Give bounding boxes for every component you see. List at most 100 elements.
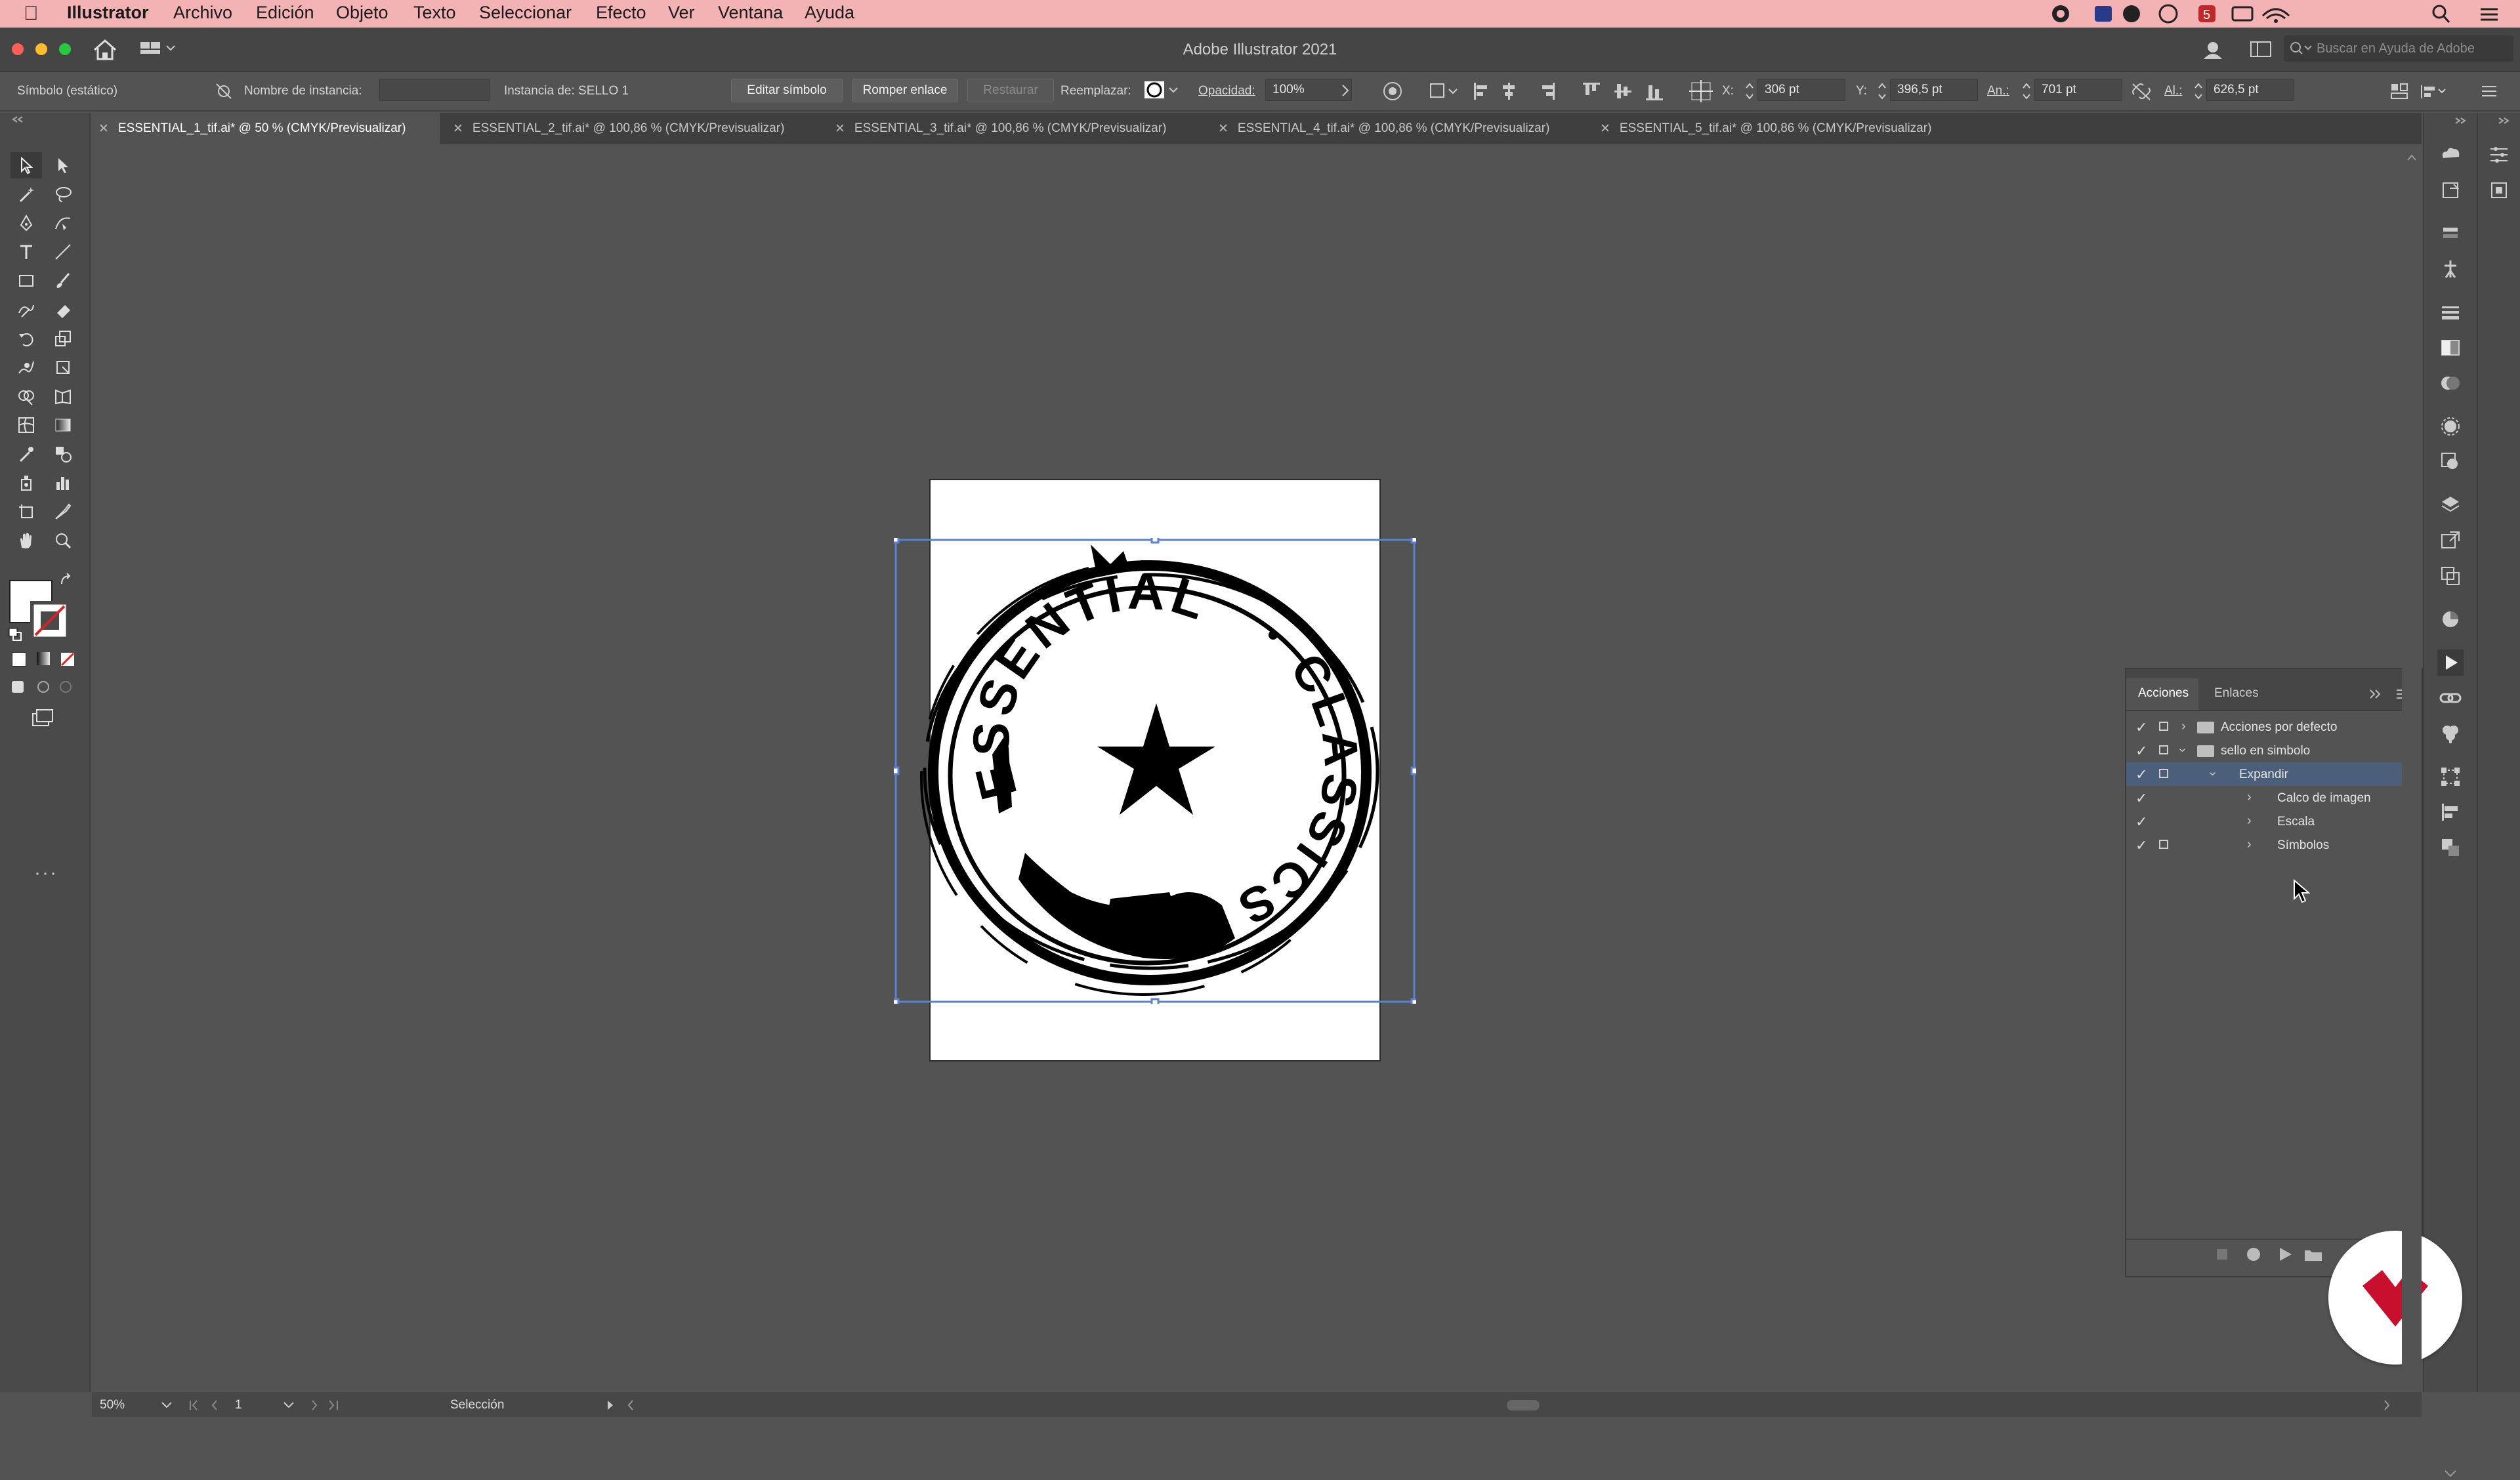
toggle-item-check-icon[interactable]: ✓	[2135, 766, 2147, 783]
new-set-folder-icon[interactable]	[2303, 1246, 2323, 1262]
action-row-calco-de-imagen[interactable]: ✓ › Calco de imagen	[2126, 786, 2416, 810]
artboard-dropdown-icon[interactable]	[282, 1400, 295, 1410]
blend-tool-icon[interactable]	[47, 441, 79, 467]
menu-efecto[interactable]: Efecto	[596, 3, 646, 23]
transform-panel-icon[interactable]	[2437, 764, 2464, 790]
scroll-left-icon[interactable]	[625, 1399, 635, 1412]
close-tab-icon[interactable]: ✕	[98, 121, 109, 136]
play-icon[interactable]	[2277, 1246, 2293, 1262]
puppet-warp-icon[interactable]	[2437, 256, 2464, 282]
layers-icon[interactable]	[2437, 492, 2464, 518]
pen-tool-icon[interactable]	[10, 210, 42, 236]
dialog-toggle-icon[interactable]	[2159, 769, 2168, 778]
tab-enlaces[interactable]: Enlaces	[2214, 686, 2259, 701]
zoom-dropdown-icon[interactable]	[160, 1400, 173, 1410]
replace-symbol-dropdown[interactable]	[1143, 79, 1180, 101]
asset-export-icon[interactable]	[2437, 177, 2464, 203]
tab-essential-3[interactable]: ✕ ESSENTIAL_3_tif.ai* @ 100,86 % (CMYK/Pr…	[828, 113, 1204, 144]
tab-acciones[interactable]: Acciones	[2126, 678, 2198, 710]
transparency-icon[interactable]	[2437, 370, 2464, 396]
opacity-input[interactable]: 100%	[1265, 79, 1352, 101]
close-tab-icon[interactable]: ✕	[453, 121, 463, 136]
close-tab-icon[interactable]: ✕	[835, 121, 845, 136]
menu-texto[interactable]: Texto	[413, 3, 456, 23]
dialog-toggle-icon[interactable]	[2159, 745, 2168, 754]
action-row-sello-en-simbolo[interactable]: ✓ › sello en simbolo	[2126, 739, 2416, 762]
scroll-right-icon[interactable]	[2382, 1399, 2393, 1412]
eraser-tool-icon[interactable]	[47, 297, 79, 323]
line-tool-icon[interactable]	[47, 239, 79, 265]
expand-chevron-icon[interactable]: ›	[2247, 790, 2252, 805]
spotlight-search-icon[interactable]	[2431, 3, 2450, 25]
constrain-proportions-icon[interactable]	[2130, 81, 2152, 101]
slice-tool-icon[interactable]	[47, 499, 79, 525]
y-stepper-icon[interactable]	[1877, 80, 1887, 102]
menubar-status-icons[interactable]: 5	[2041, 3, 2343, 25]
toggle-item-check-icon[interactable]: ✓	[2135, 813, 2147, 831]
tab-essential-5[interactable]: ✕ ESSENTIAL_5_tif.ai* @ 100,86 % (CMYK/Pr…	[1593, 113, 1969, 144]
opacity-label[interactable]: Opacidad:	[1198, 84, 1255, 98]
cc-libraries-icon[interactable]	[2437, 142, 2464, 168]
menu-objeto[interactable]: Objeto	[336, 3, 388, 23]
hand-tool-icon[interactable]	[10, 527, 42, 554]
collapse-dock-icon[interactable]	[2450, 115, 2470, 126]
align-to-icon[interactable]	[1428, 80, 1461, 102]
collapse-dock2-icon[interactable]	[2494, 115, 2513, 126]
menu-ayuda[interactable]: Ayuda	[805, 3, 854, 23]
column-graph-tool-icon[interactable]	[47, 470, 79, 496]
shape-builder-tool-icon[interactable]	[10, 383, 42, 409]
menu-seleccionar[interactable]: Seleccionar	[479, 3, 572, 23]
free-transform-tool-icon[interactable]	[47, 354, 79, 380]
edit-toolbar-icon[interactable]: ···	[34, 862, 58, 884]
y-input[interactable]: 396,5 pt	[1890, 79, 1978, 101]
selection-tool-icon[interactable]	[10, 152, 42, 178]
break-link-button[interactable]: Romper enlace	[852, 79, 958, 102]
instance-name-input[interactable]	[379, 79, 490, 101]
control-bar-menu-icon[interactable]	[2479, 83, 2499, 100]
artboard-nav-next-icon[interactable]	[307, 1399, 346, 1412]
tab-essential-2[interactable]: ✕ ESSENTIAL_2_tif.ai* @ 100,86 % (CMYK/Pr…	[446, 113, 822, 144]
reset-button[interactable]: Restaurar	[967, 79, 1054, 102]
dialog-toggle-icon[interactable]	[2159, 722, 2168, 731]
height-stepper-icon[interactable]	[2193, 80, 2204, 102]
toggle-item-check-icon[interactable]: ✓	[2135, 719, 2147, 736]
edit-symbol-button[interactable]: Editar símbolo	[731, 79, 843, 102]
stroke-panel-icon[interactable]	[2437, 299, 2464, 325]
collapse-panel-chevrons-icon[interactable]	[2368, 688, 2384, 701]
menu-archivo[interactable]: Archivo	[173, 3, 232, 23]
x-stepper-icon[interactable]	[1744, 80, 1755, 102]
tab-essential-1[interactable]: ✕ ESSENTIAL_1_tif.ai* @ 50 % (CMYK/Previs…	[92, 113, 440, 144]
isolate-icon[interactable]	[2419, 81, 2448, 101]
toggle-item-check-icon[interactable]: ✓	[2135, 790, 2147, 807]
stroke-swatch[interactable]	[30, 601, 70, 640]
properties-icon[interactable]	[2486, 142, 2512, 168]
symbol-sprayer-tool-icon[interactable]	[10, 470, 42, 496]
close-tab-icon[interactable]: ✕	[1218, 121, 1228, 136]
toggle-item-check-icon[interactable]: ✓	[2135, 743, 2147, 760]
artboards-icon[interactable]	[2437, 563, 2464, 589]
rectangle-tool-icon[interactable]	[10, 268, 42, 294]
menu-edicion[interactable]: Edición	[256, 3, 314, 23]
dock-scroll-down-icon[interactable]	[2443, 1467, 2458, 1480]
arrange-documents-icon[interactable]	[2250, 41, 2273, 59]
none-mode-icon[interactable]	[60, 652, 75, 667]
swap-fill-stroke-icon[interactable]	[59, 572, 75, 588]
action-row-expandir[interactable]: ✓ › Expandir	[2126, 762, 2416, 786]
transform-icon[interactable]	[2389, 81, 2411, 101]
width-input[interactable]: 701 pt	[2034, 79, 2122, 101]
artboard-number[interactable]: 1	[235, 1398, 242, 1412]
zoom-level[interactable]: 50%	[100, 1398, 125, 1412]
reference-point-icon[interactable]	[1688, 79, 1714, 104]
close-tab-icon[interactable]: ✕	[1600, 121, 1610, 136]
action-row-simbolos[interactable]: ✓ › Símbolos	[2126, 833, 2416, 857]
align-panel-icon[interactable]	[2437, 799, 2464, 825]
perspective-grid-tool-icon[interactable]	[47, 383, 79, 409]
stamp-symbol-instance[interactable]: ESSENTIAL CLASSICS	[894, 538, 1416, 1004]
default-colors-icon[interactable]	[8, 627, 24, 643]
control-center-icon[interactable]	[2478, 4, 2500, 24]
dialog-toggle-icon[interactable]	[2159, 840, 2168, 849]
type-tool-icon[interactable]	[10, 239, 42, 265]
opacity-arrow-icon[interactable]	[1340, 84, 1351, 97]
toggle-item-check-icon[interactable]: ✓	[2135, 837, 2147, 854]
stop-recording-icon[interactable]	[2217, 1249, 2227, 1260]
